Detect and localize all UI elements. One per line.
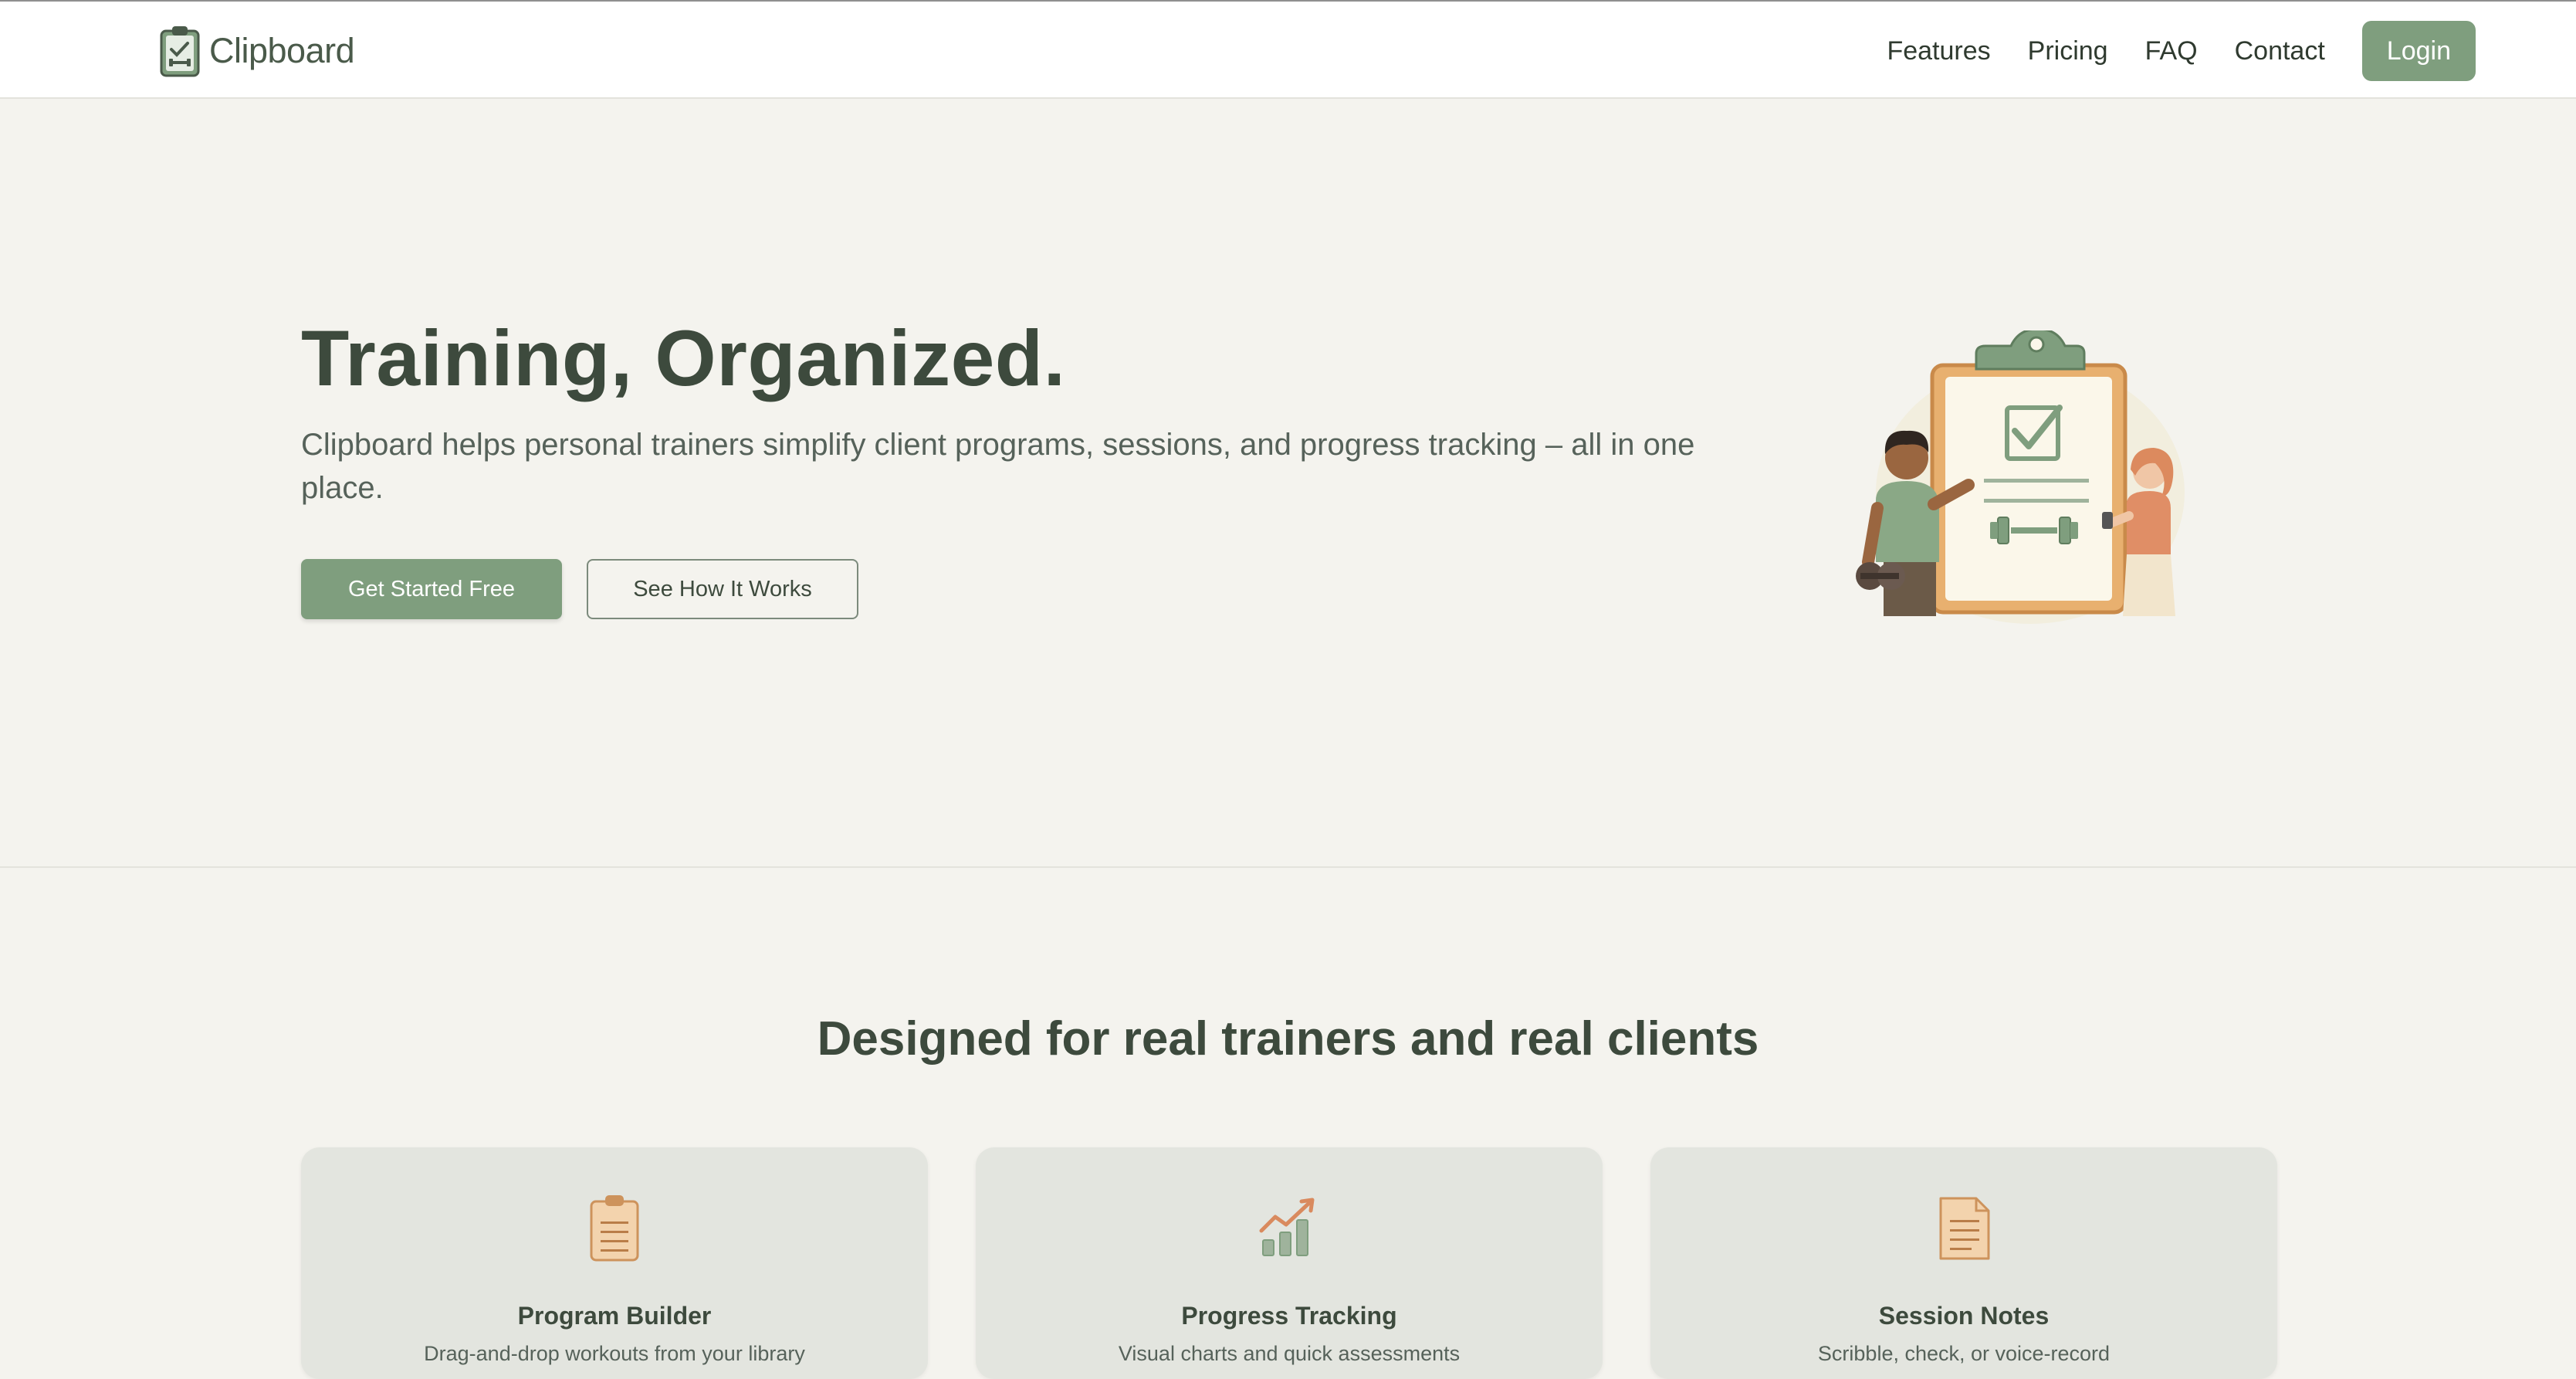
card-description: Drag-and-drop workouts from your library bbox=[424, 1342, 805, 1365]
get-started-button[interactable]: Get Started Free bbox=[301, 559, 562, 619]
card-title: Progress Tracking bbox=[1181, 1302, 1397, 1330]
nav-link-contact[interactable]: Contact bbox=[2235, 36, 2325, 66]
logo-text: Clipboard bbox=[209, 31, 355, 70]
trainer-client-illustration bbox=[1856, 330, 2185, 624]
card-description: Scribble, check, or voice-record bbox=[1817, 1342, 2111, 1365]
top-navbar: Clipboard Features Pricing FAQ Contact L… bbox=[0, 0, 2576, 99]
features-title: Designed for real trainers and real clie… bbox=[817, 1012, 1759, 1066]
card-title: Program Builder bbox=[517, 1302, 712, 1330]
nav-link-pricing[interactable]: Pricing bbox=[2028, 36, 2108, 66]
feature-card-program-builder: Program Builder Drag-and-drop workouts f… bbox=[301, 1147, 928, 1379]
nav-link-faq[interactable]: FAQ bbox=[2145, 36, 2198, 66]
card-description: Visual charts and quick assessments bbox=[1118, 1342, 1461, 1365]
hero-title: Training, Organized. bbox=[301, 314, 1066, 402]
nav-link-features[interactable]: Features bbox=[1887, 36, 1990, 66]
card-title: Session Notes bbox=[1878, 1302, 2050, 1330]
see-how-it-works-button[interactable]: See How It Works bbox=[587, 559, 858, 619]
notes-icon bbox=[1939, 1197, 1990, 1260]
clipboard-icon bbox=[590, 1195, 639, 1262]
feature-card-session-notes: Session Notes Scribble, check, or voice-… bbox=[1650, 1147, 2277, 1379]
chart-icon bbox=[1259, 1198, 1315, 1256]
hero-section: Training, Organized. Clipboard helps per… bbox=[0, 99, 2576, 868]
clipboard-logo-icon bbox=[160, 26, 200, 77]
login-button[interactable]: Login bbox=[2361, 21, 2476, 81]
feature-card-progress-tracking: Progress Tracking Visual charts and quic… bbox=[976, 1147, 1603, 1379]
hero-subtitle: Clipboard helps personal trainers simpli… bbox=[301, 428, 1695, 505]
logo[interactable]: Clipboard bbox=[158, 23, 355, 79]
nav-links: Features Pricing FAQ Contact Login bbox=[1850, 20, 2476, 82]
